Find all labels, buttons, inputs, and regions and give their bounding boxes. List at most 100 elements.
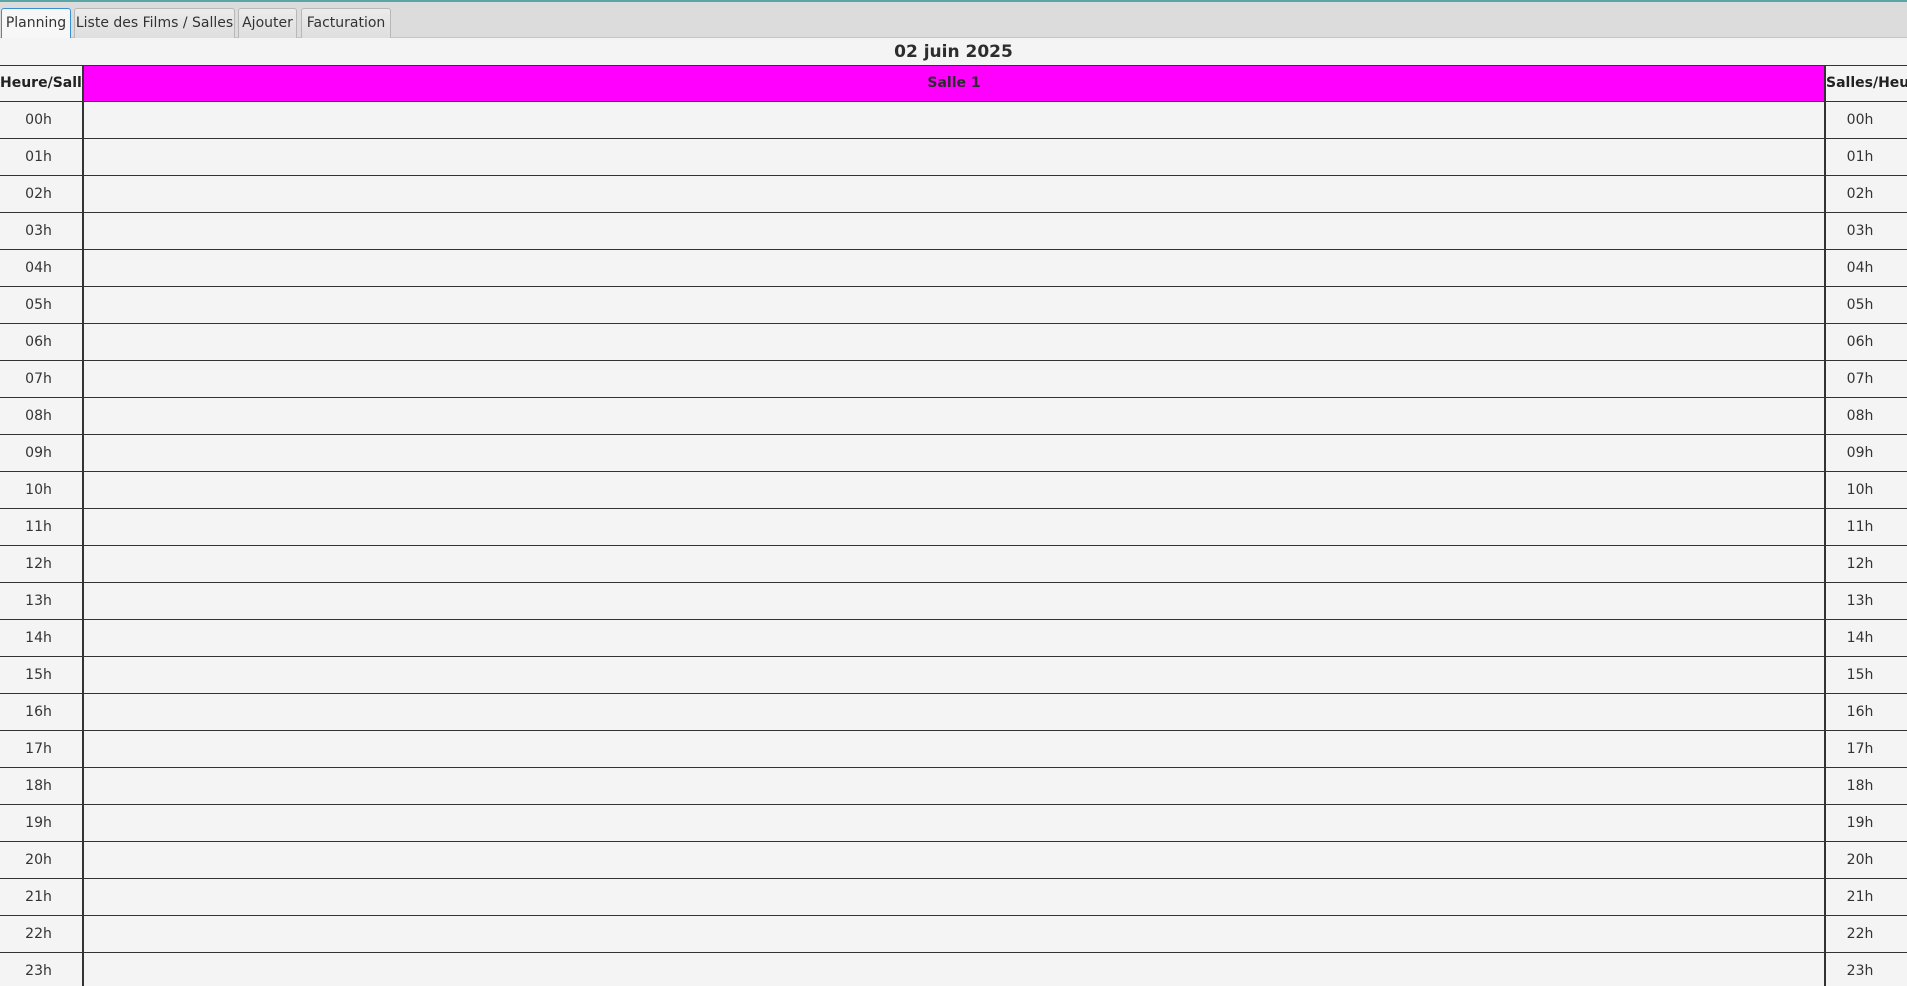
hour-label-left: 22h <box>0 916 84 952</box>
hour-label-right: 23h <box>1824 953 1907 986</box>
time-slot-salle-1[interactable] <box>84 842 1824 878</box>
hour-label-left: 07h <box>0 361 84 397</box>
hour-label-left: 06h <box>0 324 84 360</box>
hour-label-left: 05h <box>0 287 84 323</box>
time-slot-salle-1[interactable] <box>84 472 1824 508</box>
time-slot-salle-1[interactable] <box>84 620 1824 656</box>
hour-label-right: 03h <box>1824 213 1907 249</box>
tab-planning[interactable]: Planning <box>1 8 71 38</box>
hour-label-right: 18h <box>1824 768 1907 804</box>
hour-label-right: 10h <box>1824 472 1907 508</box>
planning-date-title: 02 juin 2025 <box>894 42 1013 62</box>
time-slot-salle-1[interactable] <box>84 583 1824 619</box>
time-slot-salle-1[interactable] <box>84 324 1824 360</box>
hour-row: 00h 00h <box>0 102 1907 139</box>
planning-header-row: Heure/Salles Salle 1 Salles/Heure <box>0 65 1907 102</box>
time-slot-salle-1[interactable] <box>84 879 1824 915</box>
tab-bar: Planning Liste des Films / Salles Ajoute… <box>0 2 1907 38</box>
time-slot-salle-1[interactable] <box>84 953 1824 986</box>
hour-label-left: 16h <box>0 694 84 730</box>
hour-label-right: 04h <box>1824 250 1907 286</box>
hour-row: 15h 15h <box>0 657 1907 694</box>
hour-row: 02h 02h <box>0 176 1907 213</box>
hour-label-left: 10h <box>0 472 84 508</box>
hour-label-right: 14h <box>1824 620 1907 656</box>
time-slot-salle-1[interactable] <box>84 398 1824 434</box>
hour-row: 03h 03h <box>0 213 1907 250</box>
hour-row: 09h 09h <box>0 435 1907 472</box>
time-slot-salle-1[interactable] <box>84 102 1824 138</box>
hour-label-right: 08h <box>1824 398 1907 434</box>
hour-label-right: 19h <box>1824 805 1907 841</box>
planning-grid: Heure/Salles Salle 1 Salles/Heure 00h00h… <box>0 65 1907 986</box>
hour-label-left: 02h <box>0 176 84 212</box>
hour-label-right: 00h <box>1824 102 1907 138</box>
hour-row: 23h 23h <box>0 953 1907 986</box>
hour-label-left: 20h <box>0 842 84 878</box>
hour-label-left: 08h <box>0 398 84 434</box>
time-slot-salle-1[interactable] <box>84 250 1824 286</box>
time-slot-salle-1[interactable] <box>84 509 1824 545</box>
time-slot-salle-1[interactable] <box>84 768 1824 804</box>
tab-ajouter[interactable]: Ajouter <box>238 8 297 38</box>
time-slot-salle-1[interactable] <box>84 176 1824 212</box>
time-slot-salle-1[interactable] <box>84 731 1824 767</box>
hour-label-right: 06h <box>1824 324 1907 360</box>
hour-label-right: 15h <box>1824 657 1907 693</box>
time-slot-salle-1[interactable] <box>84 657 1824 693</box>
hour-label-right: 01h <box>1824 139 1907 175</box>
hour-row: 16h 16h <box>0 694 1907 731</box>
hour-label-left: 23h <box>0 953 84 986</box>
hour-row: 04h 04h <box>0 250 1907 287</box>
hour-row: 22h 22h <box>0 916 1907 953</box>
hour-label-right: 05h <box>1824 287 1907 323</box>
hour-label-left: 14h <box>0 620 84 656</box>
hour-row: 19h 19h <box>0 805 1907 842</box>
time-slot-salle-1[interactable] <box>84 361 1824 397</box>
hour-label-right: 20h <box>1824 842 1907 878</box>
hour-label-left: 18h <box>0 768 84 804</box>
time-slot-salle-1[interactable] <box>84 805 1824 841</box>
hour-row: 07h 07h <box>0 361 1907 398</box>
time-slot-salle-1[interactable] <box>84 916 1824 952</box>
hour-label-left: 17h <box>0 731 84 767</box>
hour-label-left: 04h <box>0 250 84 286</box>
hour-label-right: 02h <box>1824 176 1907 212</box>
hour-label-left: 15h <box>0 657 84 693</box>
hour-label-right: 21h <box>1824 879 1907 915</box>
hour-label-right: 16h <box>1824 694 1907 730</box>
time-slot-salle-1[interactable] <box>84 694 1824 730</box>
hour-label-right: 13h <box>1824 583 1907 619</box>
header-salle-1: Salle 1 <box>84 66 1824 101</box>
time-slot-salle-1[interactable] <box>84 139 1824 175</box>
tab-liste-films-salles[interactable]: Liste des Films / Salles <box>74 8 235 38</box>
hour-label-left: 21h <box>0 879 84 915</box>
hour-label-left: 12h <box>0 546 84 582</box>
hour-row: 01h 01h <box>0 139 1907 176</box>
hour-label-left: 13h <box>0 583 84 619</box>
hour-row: 11h 11h <box>0 509 1907 546</box>
hour-label-right: 22h <box>1824 916 1907 952</box>
hour-label-left: 09h <box>0 435 84 471</box>
hour-row: 08h 08h <box>0 398 1907 435</box>
tab-facturation[interactable]: Facturation <box>301 8 391 38</box>
hour-row: 21h 21h <box>0 879 1907 916</box>
hour-row: 10h 10h <box>0 472 1907 509</box>
time-slot-salle-1[interactable] <box>84 435 1824 471</box>
header-heure-salles: Heure/Salles <box>0 66 84 101</box>
time-slot-salle-1[interactable] <box>84 546 1824 582</box>
time-slot-salle-1[interactable] <box>84 287 1824 323</box>
hour-row: 20h 20h <box>0 842 1907 879</box>
hour-label-right: 12h <box>1824 546 1907 582</box>
header-salles-heure: Salles/Heure <box>1824 66 1907 101</box>
hour-row: 06h 06h <box>0 324 1907 361</box>
hour-label-left: 03h <box>0 213 84 249</box>
hour-label-right: 17h <box>1824 731 1907 767</box>
time-slot-salle-1[interactable] <box>84 213 1824 249</box>
hour-label-left: 19h <box>0 805 84 841</box>
hour-label-right: 11h <box>1824 509 1907 545</box>
hour-row: 17h 17h <box>0 731 1907 768</box>
hour-row: 13h 13h <box>0 583 1907 620</box>
hour-label-right: 07h <box>1824 361 1907 397</box>
hour-label-left: 00h <box>0 102 84 138</box>
